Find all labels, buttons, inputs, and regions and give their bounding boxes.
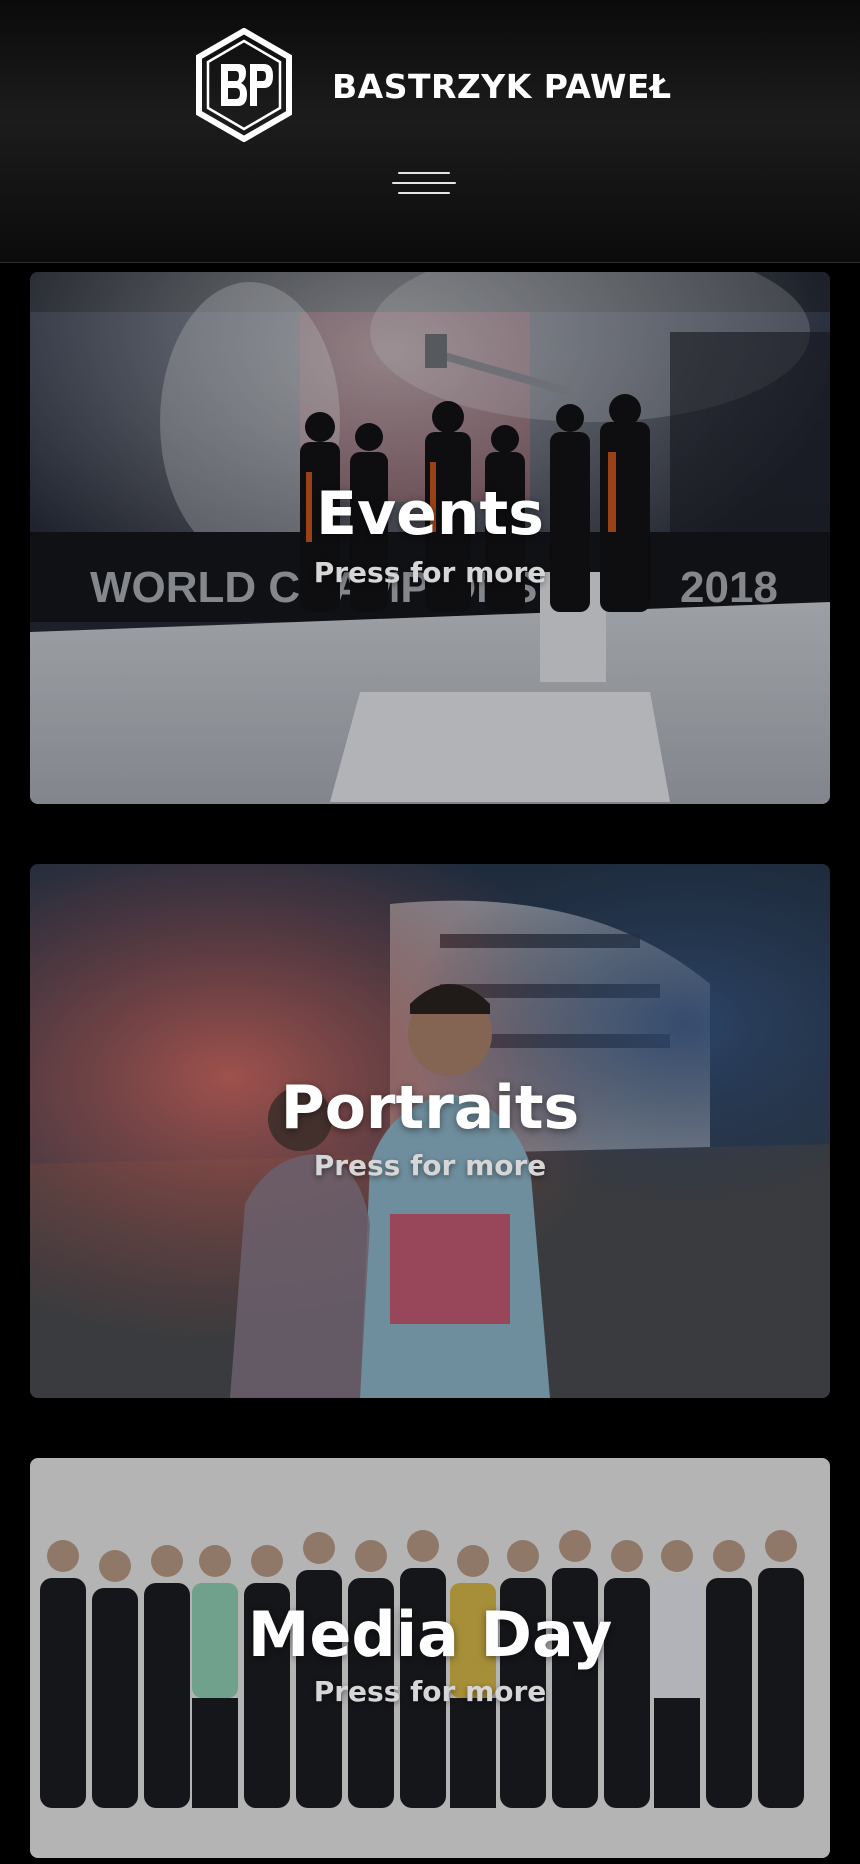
site-header: BASTRZYK PAWEŁ xyxy=(0,0,860,263)
hamburger-menu-button[interactable] xyxy=(392,166,456,200)
hamburger-menu-icon-bar xyxy=(392,182,456,184)
hamburger-menu-icon xyxy=(398,172,450,174)
category-subtitle-events: Press for more xyxy=(313,556,547,589)
brand-name[interactable]: BASTRZYK PAWEŁ xyxy=(332,62,692,112)
category-subtitle-portraits: Press for more xyxy=(313,1149,547,1182)
category-title-media-day: Media Day xyxy=(247,1598,613,1671)
bp-hexagon-logo-icon[interactable] xyxy=(194,28,294,142)
category-title-portraits: Portraits xyxy=(280,1073,580,1143)
hamburger-menu-icon-bar xyxy=(398,192,450,194)
category-title-events: Events xyxy=(316,479,544,549)
category-subtitle-media-day: Press for more xyxy=(313,1675,547,1708)
